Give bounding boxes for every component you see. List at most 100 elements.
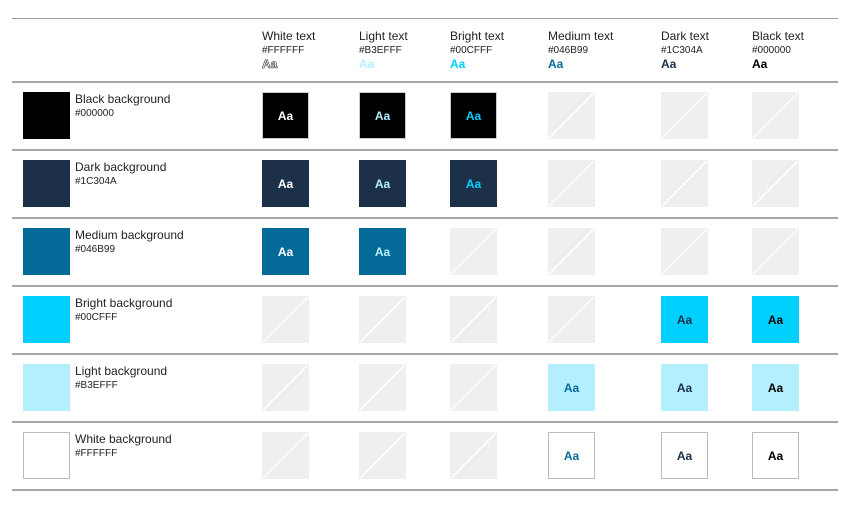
row-divider — [12, 489, 838, 491]
disallowed-cell — [359, 432, 406, 479]
disallowed-cell — [262, 364, 309, 411]
column-hex: #000000 — [752, 45, 791, 56]
disallowed-cell — [661, 228, 708, 275]
background-swatch — [23, 92, 70, 139]
column-name: Dark text — [661, 29, 710, 43]
disallowed-cell — [450, 364, 497, 411]
column-sample: Aa — [661, 57, 677, 71]
contrast-sample-cell: Aa — [661, 296, 708, 343]
row-label: Bright background #00CFFF — [75, 296, 172, 323]
contrast-sample-cell: Aa — [752, 296, 799, 343]
strike-icon — [360, 433, 405, 478]
row-name: Dark background — [75, 160, 167, 174]
row-hex: #1C304A — [75, 176, 117, 187]
background-swatch — [23, 296, 70, 343]
strike-icon — [451, 365, 496, 410]
column-header: White text #FFFFFF Aa — [262, 29, 316, 72]
disallowed-cell — [548, 92, 595, 139]
strike-icon — [451, 433, 496, 478]
strike-icon — [549, 93, 594, 138]
disallowed-cell — [359, 296, 406, 343]
row-divider — [12, 149, 838, 151]
sample-text: Aa — [465, 108, 482, 123]
strike-icon — [451, 297, 496, 342]
strike-icon — [662, 161, 707, 206]
contrast-sample-cell: Aa — [661, 432, 708, 479]
sample-text: Aa — [676, 448, 693, 463]
column-header: Black text #000000 Aa — [752, 29, 804, 71]
column-sample: Aa — [752, 57, 768, 71]
row-divider — [12, 421, 838, 423]
row-label: Light background #B3EFFF — [75, 364, 167, 391]
strike-icon — [753, 229, 798, 274]
sample-text: Aa — [767, 448, 784, 463]
sample-text: Aa — [767, 312, 784, 327]
sample-text: Aa — [676, 312, 693, 327]
row-label: Dark background #1C304A — [75, 160, 166, 187]
contrast-sample-cell: Aa — [262, 92, 309, 139]
contrast-sample-cell: Aa — [661, 364, 708, 411]
column-sample: Aa — [548, 57, 564, 71]
row-divider — [12, 353, 838, 355]
column-name: White text — [262, 29, 316, 43]
sample-text: Aa — [374, 108, 391, 123]
row-name: Medium background — [75, 228, 184, 242]
disallowed-cell — [262, 296, 309, 343]
column-sample: Aa — [450, 57, 466, 71]
disallowed-cell — [262, 432, 309, 479]
strike-icon — [263, 365, 308, 410]
row-name: Bright background — [75, 296, 173, 310]
column-hex: #FFFFFF — [262, 45, 305, 56]
sample-text: Aa — [767, 380, 784, 395]
column-header: Dark text #1C304A Aa — [661, 29, 709, 71]
row-label: White background #FFFFFF — [75, 432, 172, 459]
sample-text: Aa — [277, 176, 294, 191]
contrast-sample-cell: Aa — [262, 160, 309, 207]
row-name: White background — [75, 432, 172, 446]
strike-icon — [549, 229, 594, 274]
column-header: Medium text #046B99 Aa — [548, 29, 613, 71]
sample-text: Aa — [465, 176, 482, 191]
strike-icon — [263, 433, 308, 478]
contrast-sample-cell: Aa — [548, 364, 595, 411]
row-name: Black background — [75, 92, 171, 106]
row-hex: #000000 — [75, 108, 114, 119]
row-hex: #B3EFFF — [75, 380, 118, 391]
disallowed-cell — [450, 296, 497, 343]
sample-text: Aa — [277, 244, 294, 259]
column-name: Bright text — [450, 29, 505, 43]
strike-icon — [360, 365, 405, 410]
contrast-sample-cell: Aa — [359, 160, 406, 207]
strike-icon — [549, 297, 594, 342]
column-sample: Aa — [262, 57, 278, 72]
column-name: Medium text — [548, 29, 614, 43]
column-hex: #00CFFF — [450, 45, 493, 56]
disallowed-cell — [752, 92, 799, 139]
row-label: Medium background #046B99 — [75, 228, 184, 255]
column-header: Bright text #00CFFF Aa — [450, 29, 504, 71]
strike-icon — [753, 161, 798, 206]
disallowed-cell — [752, 160, 799, 207]
row-label: Black background #000000 — [75, 92, 170, 119]
contrast-sample-cell: Aa — [450, 160, 497, 207]
strike-icon — [451, 229, 496, 274]
disallowed-cell — [548, 228, 595, 275]
column-name: Black text — [752, 29, 805, 43]
contrast-sample-cell: Aa — [752, 432, 799, 479]
disallowed-cell — [661, 92, 708, 139]
background-swatch — [23, 432, 70, 479]
table-top-border — [12, 18, 838, 19]
disallowed-cell — [359, 364, 406, 411]
contrast-sample-cell: Aa — [548, 432, 595, 479]
strike-icon — [549, 161, 594, 206]
row-name: Light background — [75, 364, 168, 378]
row-divider — [12, 217, 838, 219]
sample-text: Aa — [676, 380, 693, 395]
sample-text: Aa — [374, 176, 391, 191]
disallowed-cell — [661, 160, 708, 207]
background-swatch — [23, 228, 70, 275]
sample-text: Aa — [374, 244, 391, 259]
column-hex: #046B99 — [548, 45, 589, 56]
header-divider — [12, 81, 838, 83]
disallowed-cell — [752, 228, 799, 275]
